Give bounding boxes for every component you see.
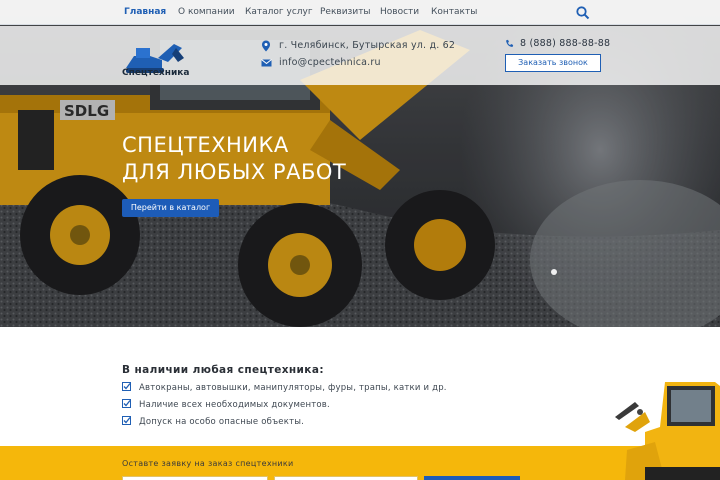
checkbox-check-icon: [122, 399, 131, 408]
nav-item-home[interactable]: Главная: [124, 7, 166, 17]
feature-item: Наличие всех необходимых документов.: [122, 399, 330, 410]
phone-input[interactable]: [274, 476, 418, 480]
availability-title: В наличии любая спецтехника:: [122, 364, 324, 376]
email-link[interactable]: info@cpectehnica.ru: [279, 57, 381, 68]
phone-number[interactable]: 8 (888) 888-88-88: [520, 38, 610, 49]
name-input[interactable]: [122, 476, 268, 480]
nav-item-contacts[interactable]: Контакты: [431, 7, 477, 17]
nav-item-news[interactable]: Новости: [380, 7, 419, 17]
header-band: Спецтехника г. Челябинск, Бутырская ул. …: [0, 26, 720, 85]
nav-item-catalog[interactable]: Каталог услуг: [245, 7, 313, 17]
nav-item-requisites[interactable]: Реквизиты: [320, 7, 371, 17]
backhoe-loader-image: [615, 382, 720, 480]
hero-title: СПЕЦТЕХНИКА ДЛЯ ЛЮБЫХ РАБОТ: [122, 132, 346, 186]
checkbox-check-icon: [122, 416, 131, 425]
address-text: г. Челябинск, Бутырская ул. д. 62: [279, 40, 456, 51]
page: SDLG Главная О компании Каталог услуг Ре…: [0, 0, 720, 480]
hero-title-line2: ДЛЯ ЛЮБЫХ РАБОТ: [122, 160, 347, 184]
order-call-button[interactable]: Заказать звонок: [505, 54, 601, 72]
phone-icon: [506, 39, 514, 47]
logo-text: Спецтехника: [122, 68, 190, 78]
nav-item-about[interactable]: О компании: [178, 7, 235, 17]
hero-title-line1: СПЕЦТЕХНИКА: [122, 133, 289, 157]
feature-text: Автокраны, автовышки, манипуляторы, фуры…: [139, 383, 447, 393]
top-navigation: Главная О компании Каталог услуг Реквизи…: [0, 0, 720, 25]
location-pin-icon: [262, 40, 270, 52]
email-icon: [261, 59, 272, 67]
feature-text: Допуск на особо опасные объекты.: [139, 417, 305, 427]
submit-request-button[interactable]: [424, 476, 520, 480]
request-form-label: Оставте заявку на заказ спецтехники: [122, 459, 294, 468]
feature-item: Автокраны, автовышки, манипуляторы, фуры…: [122, 382, 447, 393]
feature-item: Допуск на особо опасные объекты.: [122, 416, 304, 427]
search-icon[interactable]: [575, 5, 591, 21]
feature-text: Наличие всех необходимых документов.: [139, 400, 330, 410]
go-to-catalog-button[interactable]: Перейти в каталог: [122, 199, 219, 217]
checkbox-check-icon: [122, 382, 131, 391]
